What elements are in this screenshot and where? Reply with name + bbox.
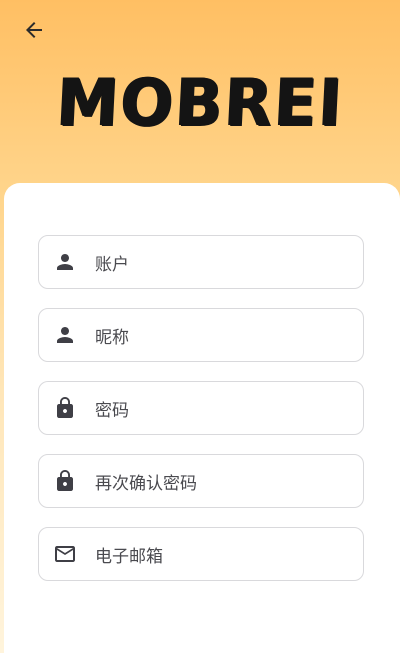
email-field[interactable]: 电子邮箱	[38, 527, 364, 581]
email-placeholder: 电子邮箱	[95, 546, 163, 567]
person-icon	[53, 250, 77, 274]
arrow-left-icon	[26, 22, 42, 38]
logo-text: MOBREI	[54, 63, 346, 141]
confirm-password-placeholder: 再次确认密码	[95, 473, 197, 494]
password-field[interactable]: 密码	[38, 381, 364, 435]
account-placeholder: 账户	[95, 254, 129, 275]
lock-icon	[53, 469, 77, 493]
password-placeholder: 密码	[95, 400, 129, 421]
account-field[interactable]: 账户	[38, 235, 364, 289]
register-form-card: 账户 昵称 密码 再次确认密码 电子邮箱	[4, 183, 400, 653]
lock-icon	[53, 396, 77, 420]
nickname-field[interactable]: 昵称	[38, 308, 364, 362]
mail-icon	[53, 542, 77, 566]
person-icon	[53, 323, 77, 347]
back-button[interactable]	[18, 14, 50, 46]
nickname-placeholder: 昵称	[95, 327, 129, 348]
confirm-password-field[interactable]: 再次确认密码	[38, 454, 364, 508]
app-logo: MOBREI	[0, 62, 400, 142]
